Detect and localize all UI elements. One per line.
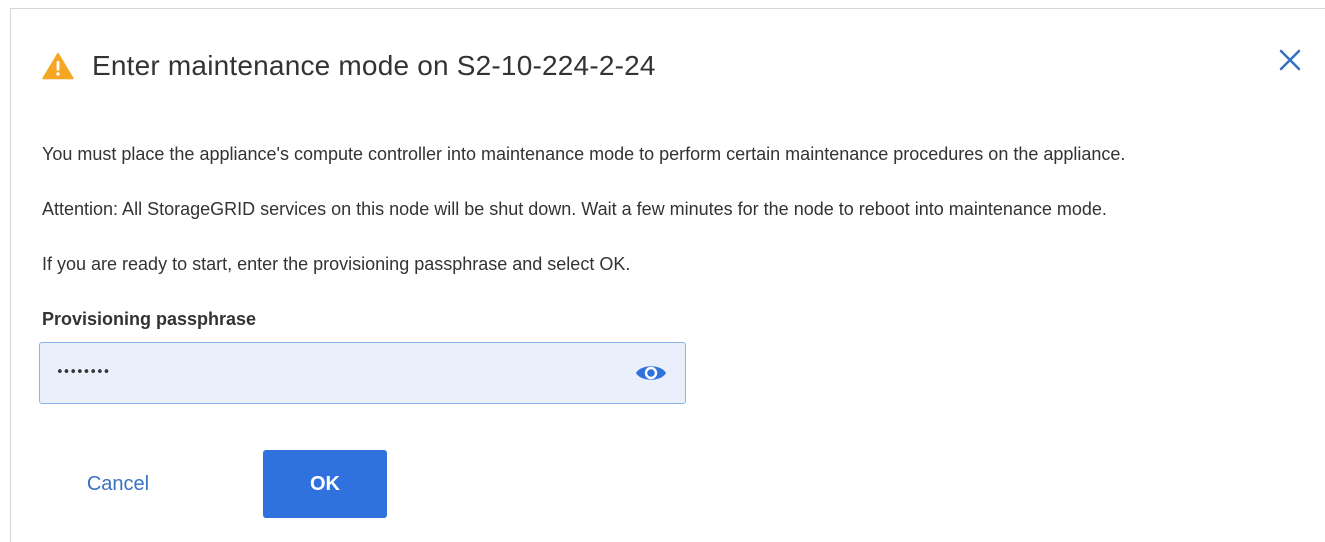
passphrase-label: Provisioning passphrase xyxy=(42,309,257,329)
eye-icon[interactable] xyxy=(634,360,668,386)
passphrase-input[interactable] xyxy=(56,343,616,402)
dialog-title: Enter maintenance mode on S2-10-224-2-24 xyxy=(92,50,656,81)
close-icon[interactable] xyxy=(1276,46,1304,74)
instruction-text: You must place the appliance's compute c… xyxy=(42,144,1126,164)
dialog-header: Enter maintenance mode on S2-10-224-2-24 xyxy=(42,44,656,88)
ready-text: If you are ready to start, enter the pro… xyxy=(42,254,631,274)
warning-icon xyxy=(42,52,74,80)
attention-text: Attention: All StorageGRID services on t… xyxy=(42,199,1107,219)
passphrase-field xyxy=(39,342,686,404)
dialog-border-left xyxy=(10,8,11,542)
dialog-border-top xyxy=(10,8,1325,9)
ok-button[interactable]: OK xyxy=(263,450,387,518)
cancel-button[interactable]: Cancel xyxy=(66,451,170,517)
maintenance-mode-dialog: Enter maintenance mode on S2-10-224-2-24… xyxy=(0,0,1325,542)
